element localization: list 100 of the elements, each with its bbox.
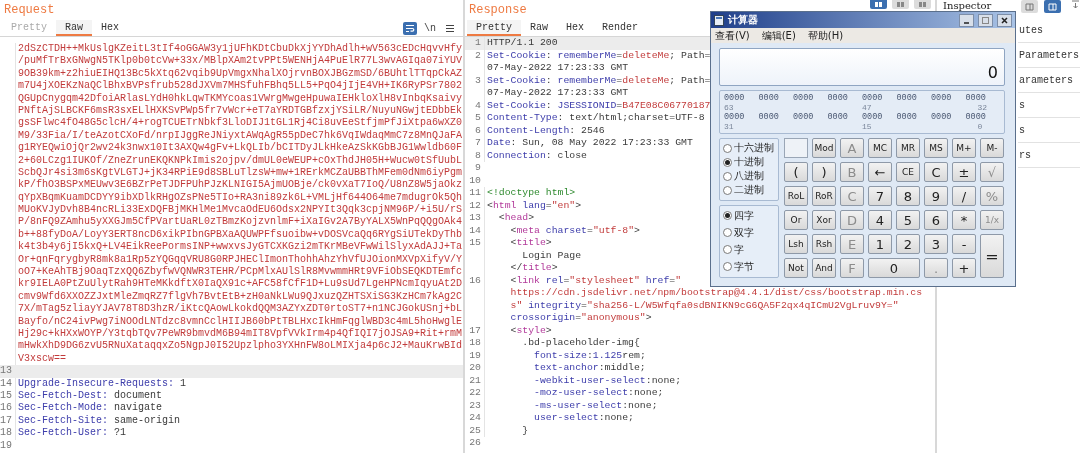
calculator-key[interactable]: 9 [924, 186, 948, 206]
calculator-key[interactable]: Lsh [784, 234, 808, 254]
calculator-key[interactable]: - [952, 234, 976, 254]
calculator-key[interactable]: / [952, 186, 976, 206]
radio-option[interactable]: 十六进制 [723, 141, 775, 156]
tab[interactable]: Raw [521, 20, 558, 36]
bit-digits: 0000 [862, 93, 884, 103]
layout-icon[interactable] [914, 0, 931, 9]
layout-icon[interactable] [870, 0, 887, 9]
line-number: 16 [0, 402, 13, 415]
radio-option[interactable]: 二进制 [723, 183, 775, 198]
calculator-key[interactable]: 5 [896, 210, 920, 230]
tab[interactable]: Raw [56, 20, 93, 36]
calculator-key[interactable]: 6 [924, 210, 948, 230]
pane-title: Response [469, 2, 527, 19]
line-number: 14 [468, 224, 482, 237]
calculator-key[interactable]: MR [896, 138, 920, 158]
menu-item[interactable]: 编辑(E) [761, 28, 796, 43]
collapse-icon[interactable] [1071, 0, 1080, 10]
code-line: Content-Type: text/html;charset=UTF-8 [484, 112, 705, 125]
line-number: 8 [474, 149, 482, 162]
line-number: 16 [468, 274, 482, 287]
calculator-key[interactable]: ( [784, 162, 808, 182]
radio-option[interactable]: 十进制 [723, 155, 775, 170]
radio-option[interactable]: 四字 [723, 208, 775, 223]
code-line: 9OB39km+z2hiuEIHQ13Bc5kXtq62vqib9UpVmgxNhalXOjrvnBOXJBGzmSD/6BUhtlTTqpCkAZ [15, 67, 463, 81]
radio-option[interactable]: 字节 [723, 259, 775, 274]
calculator-key[interactable]: ← [868, 162, 892, 182]
panel-view-icon[interactable] [1021, 0, 1038, 13]
calculator-key[interactable]: 0 [868, 258, 920, 278]
code-line: Upgrade-Insecure-Requests: 1 [15, 377, 187, 390]
line-number: 17 [0, 414, 13, 428]
minimize-icon[interactable] [959, 13, 974, 27]
menu-item[interactable]: 查看(V) [715, 28, 750, 43]
calculator-key[interactable]: MC [868, 138, 892, 158]
code-line: P/8nFQ9ZAmhu5yXXGJm5CfPVartUaRL0zTBmzKojzvnlmF+iXaIGv2A7ByYALX5WnPqQQgOAk4 [15, 216, 463, 229]
code-line: <link rel="stylesheet" href=" [484, 274, 682, 287]
newline-toggle[interactable]: \n [423, 21, 437, 35]
calculator-key[interactable]: 7 [868, 186, 892, 206]
calculator-key[interactable]: C [924, 162, 948, 182]
line-number: 23 [468, 399, 482, 412]
calculator-key[interactable]: M+ [952, 138, 976, 158]
calculator-display: 0 [719, 48, 1005, 86]
code-line: kr9IELA0PtZuUlytRah9HTeMKkdftX0IaQX91c+AFC58fCfF1D+Lu9sUd7LgeHPNcmIqyuAt2D [15, 278, 463, 291]
bit-digits: 0000 [965, 112, 987, 122]
calculator-key[interactable]: 8 [896, 186, 920, 206]
bit-index: 15 [862, 122, 872, 131]
calculator-key[interactable]: 4 [868, 210, 892, 230]
code-line: Sec-Fetch-User: ?1 [15, 427, 127, 440]
calculator-key[interactable]: + [952, 258, 976, 278]
calculator-key[interactable]: ) [812, 162, 836, 182]
line-number: 4 [474, 99, 482, 112]
calculator-key[interactable]: Not [784, 258, 808, 278]
code-line: cmv9Wfd6XXOZZJxtMleZmqRZ7flgVh7BvtEtB+zH0aNkLWu9QJxuzQZHTSXiSG3KzHCm7kAg2C [15, 290, 463, 304]
calculator-key[interactable]: ± [952, 162, 976, 182]
tab[interactable]: Render [593, 20, 648, 36]
line-number: 19 [0, 439, 13, 452]
calculator-key[interactable]: RoL [784, 186, 808, 206]
calculator-key[interactable]: Xor [812, 210, 836, 230]
calculator-key[interactable]: RoR [812, 186, 836, 206]
calculator-key[interactable]: = [980, 234, 1004, 278]
panel-view-icon[interactable] [1044, 0, 1061, 13]
code-line: Content-Length: 2546 [484, 124, 605, 137]
line-number: 15 [468, 237, 482, 250]
wrap-lines-icon[interactable] [403, 21, 417, 35]
calculator-key[interactable]: Or [784, 210, 808, 230]
bit-index: 32 [976, 103, 988, 112]
layout-icon[interactable] [892, 0, 909, 9]
calculator-key[interactable]: M- [980, 138, 1004, 158]
calculator-key[interactable]: 3 [924, 234, 948, 254]
code-line: ScbQJr4si3m6sKgtVLGTJ+jK34RPiE9d8SBLuTlzsW+mw+1RErkMCZaUBBThMFem0dNm6iyPgm [15, 166, 463, 180]
radio-option[interactable]: 双字 [723, 225, 775, 240]
calculator-key[interactable]: 2 [896, 234, 920, 254]
code-line: -ms-user-select:none; [484, 399, 658, 412]
line-number: 6 [474, 124, 482, 137]
calculator-key[interactable]: Mod [812, 138, 836, 158]
code-line: 2dSzCTDH++MkUslgKZeitL3tIf4oGGAW3y1jUFhKDtCbuDkXjYYDhAdlh+wV563cEDcHqvvHfy [15, 43, 463, 56]
code-line: b++88fyDoA/LoyY3ERT8ncD6xikPIbnGPBXaAQUWPFfsuoibw+vDOSVcaQq6RYgSiUTekDyThb [15, 228, 463, 242]
close-icon[interactable] [997, 13, 1012, 27]
calculator-key[interactable]: MS [924, 138, 948, 158]
radio-option[interactable]: 八进制 [723, 169, 775, 184]
line-number: 12 [468, 199, 482, 212]
radio-option[interactable]: 字 [723, 242, 775, 257]
calculator-key[interactable]: CE [896, 162, 920, 182]
calculator-key[interactable]: * [952, 210, 976, 230]
calculator-key[interactable]: And [812, 258, 836, 278]
code-line: -moz-user-select:none; [484, 387, 664, 400]
tab[interactable]: Pretty [467, 20, 521, 36]
code-line: Hj29c+kHXxWOYP/Y3tqbTQv7PeWR9bmvdM6B94mIT8VpfVVkIrm4p4QfIQI7jOJSA9+Rit+rmM [15, 328, 463, 341]
calculator-key[interactable]: 1 [868, 234, 892, 254]
code-line: 7X/mTag5zliayYJAV78T8D3hzR/iKtcQAowLkokdQQM3AZYxZDT0rtoST7+n1NCJGokUSnj+bL [15, 303, 463, 316]
tab[interactable]: Hex [92, 20, 129, 36]
bit-digits: 0000 [896, 93, 918, 103]
menu-item[interactable]: 帮助(H) [807, 28, 844, 43]
code-line: <!doctype html> [484, 187, 576, 200]
calculator-key[interactable]: Rsh [812, 234, 836, 254]
bit-digits: 0000 [827, 112, 849, 122]
code-line: Sec-Fetch-Site: same-origin [15, 414, 181, 428]
tab[interactable]: Hex [557, 20, 594, 36]
bit-digits: 0000 [724, 112, 746, 122]
